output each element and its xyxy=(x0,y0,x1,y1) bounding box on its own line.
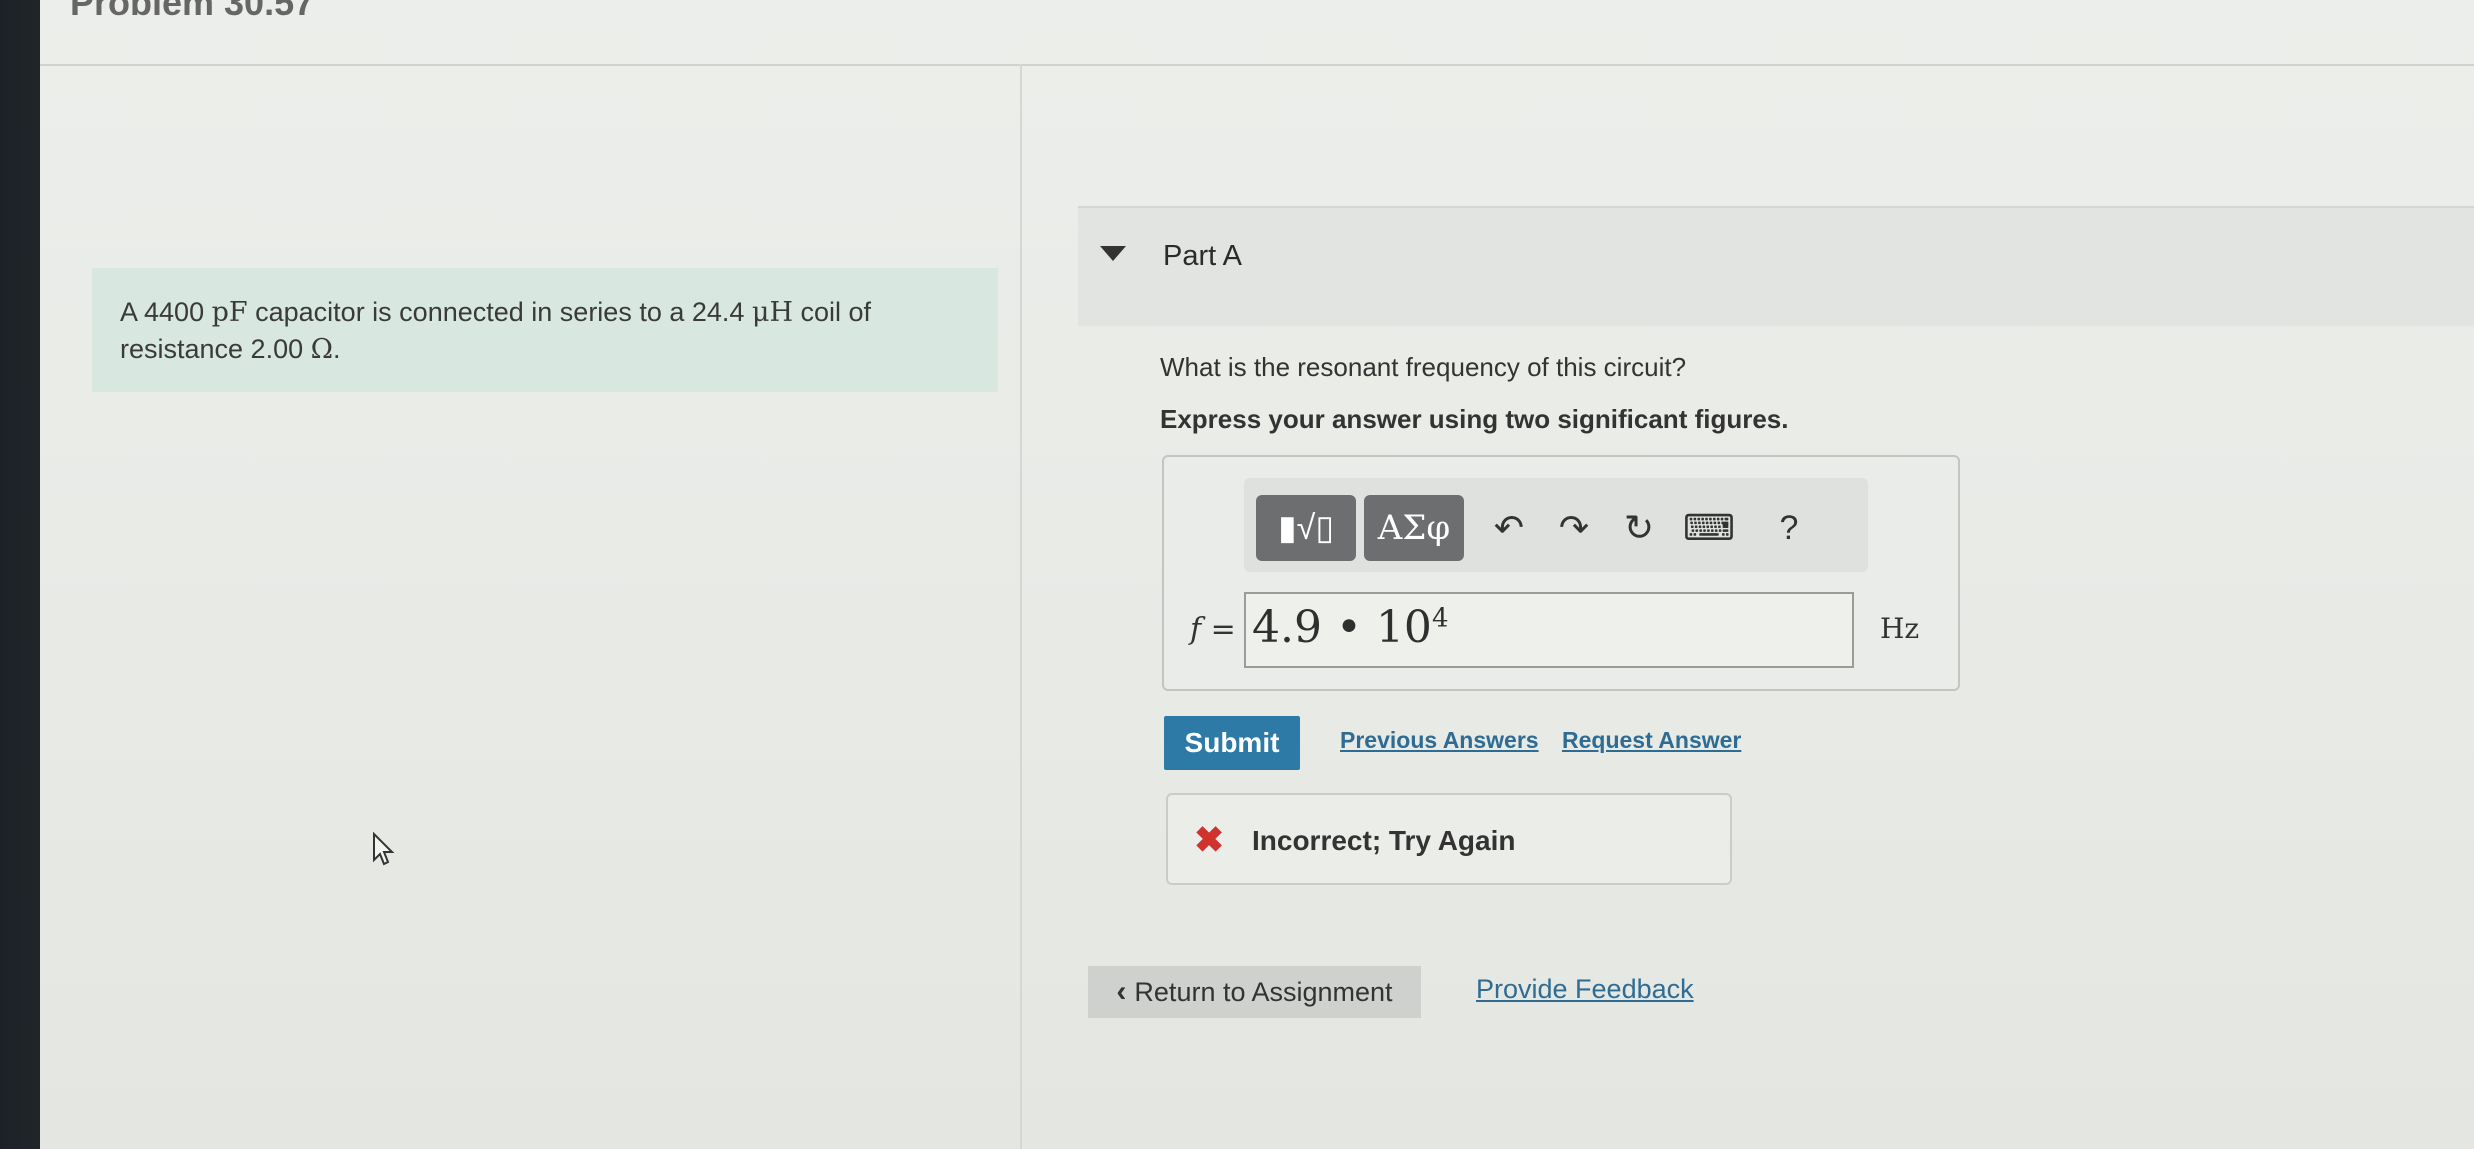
question-text: What is the resonant frequency of this c… xyxy=(1160,352,1687,382)
keyboard-icon[interactable]: ⌨ xyxy=(1683,503,1735,553)
uh-unit: μH xyxy=(751,297,794,328)
pf-unit: pF xyxy=(211,297,248,328)
mouse-pointer-icon xyxy=(373,832,395,866)
templates-button[interactable]: ▮√▯ xyxy=(1256,495,1356,561)
problem-text-2: capacitor is connected in series to a 24… xyxy=(247,297,752,327)
answer-operator: • xyxy=(1335,602,1362,653)
instruction-text: Express your answer using two significan… xyxy=(1160,404,1789,434)
header-divider xyxy=(40,64,2474,66)
provide-feedback-link[interactable]: Provide Feedback xyxy=(1476,974,1694,1005)
return-label: Return to Assignment xyxy=(1134,976,1393,1007)
math-toolbar: ▮√▯ ΑΣφ ↶ ↷ ↻ ⌨ ? xyxy=(1244,478,1868,572)
feedback-message: Incorrect; Try Again xyxy=(1252,825,1516,856)
submit-button[interactable]: Submit xyxy=(1164,716,1300,770)
problem-title: Problem 30.57 xyxy=(70,0,315,23)
answer-mantissa: 4.9 xyxy=(1252,602,1322,653)
collapse-caret-icon[interactable] xyxy=(1100,246,1126,261)
greek-symbols-button[interactable]: ΑΣφ xyxy=(1364,495,1464,561)
problem-period: . xyxy=(333,334,341,364)
answer-variable-label: f = xyxy=(1190,612,1236,647)
undo-icon[interactable]: ↶ xyxy=(1484,503,1534,553)
return-to-assignment-button[interactable]: ‹ Return to Assignment xyxy=(1088,966,1421,1018)
answer-exponent: 4 xyxy=(1431,603,1449,634)
part-a-header[interactable] xyxy=(1078,206,2474,326)
problem-statement: A 4400 pF capacitor is connected in seri… xyxy=(92,268,998,392)
ohm-unit: Ω xyxy=(310,334,333,365)
reset-icon[interactable]: ↻ xyxy=(1614,503,1664,553)
part-title[interactable]: Part A xyxy=(1163,240,1242,273)
chevron-left-icon: ‹ xyxy=(1116,975,1127,1008)
answer-unit: Hz xyxy=(1880,612,1920,645)
redo-icon[interactable]: ↷ xyxy=(1549,503,1599,553)
previous-answers-link[interactable]: Previous Answers xyxy=(1340,727,1539,754)
answer-input[interactable]: 4.9 • 104 xyxy=(1244,592,1854,668)
answer-base: 10 xyxy=(1375,602,1432,653)
request-answer-link[interactable]: Request Answer xyxy=(1562,727,1741,754)
incorrect-x-icon: ✖ xyxy=(1194,819,1225,860)
help-icon[interactable]: ? xyxy=(1764,503,1814,553)
column-divider xyxy=(1020,64,1022,1149)
feedback-box: ✖ Incorrect; Try Again xyxy=(1166,793,1732,885)
problem-text-1: A 4400 xyxy=(120,297,212,327)
